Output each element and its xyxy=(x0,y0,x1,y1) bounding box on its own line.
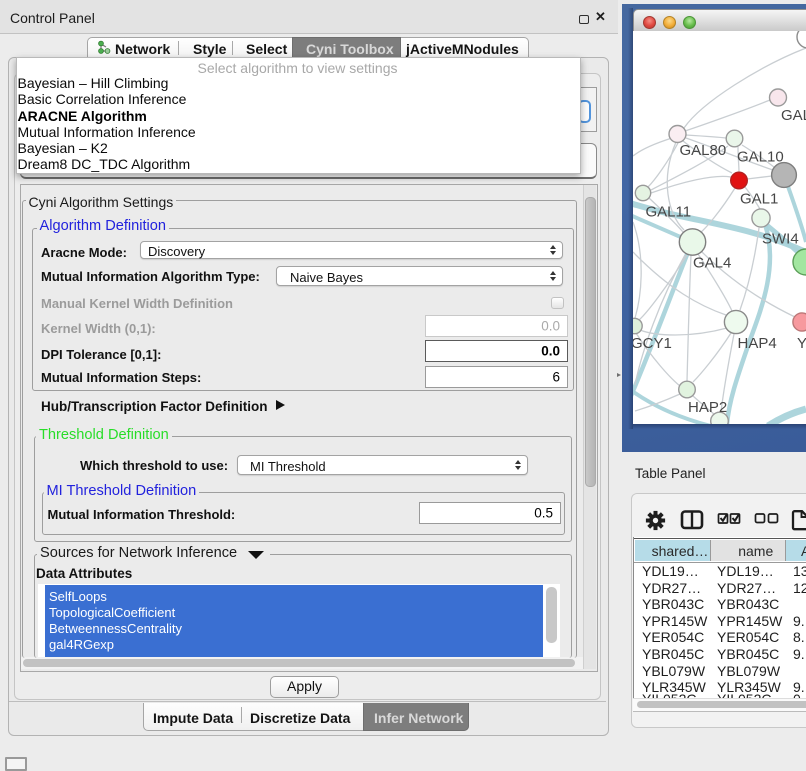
svg-text:SWI4: SWI4 xyxy=(762,231,799,248)
svg-text:GAL4: GAL4 xyxy=(693,255,731,272)
svg-text:GAL10: GAL10 xyxy=(737,149,784,166)
svg-text:GCY1: GCY1 xyxy=(633,335,672,352)
svg-text:Y: Y xyxy=(797,335,806,352)
svg-text:GAL1: GAL1 xyxy=(740,191,778,208)
svg-text:HAP4: HAP4 xyxy=(738,335,777,352)
svg-text:GAL7: GAL7 xyxy=(781,107,806,124)
svg-text:GAL80: GAL80 xyxy=(680,142,727,159)
svg-text:GAL11: GAL11 xyxy=(646,204,692,221)
svg-text:HAP2: HAP2 xyxy=(688,399,727,416)
